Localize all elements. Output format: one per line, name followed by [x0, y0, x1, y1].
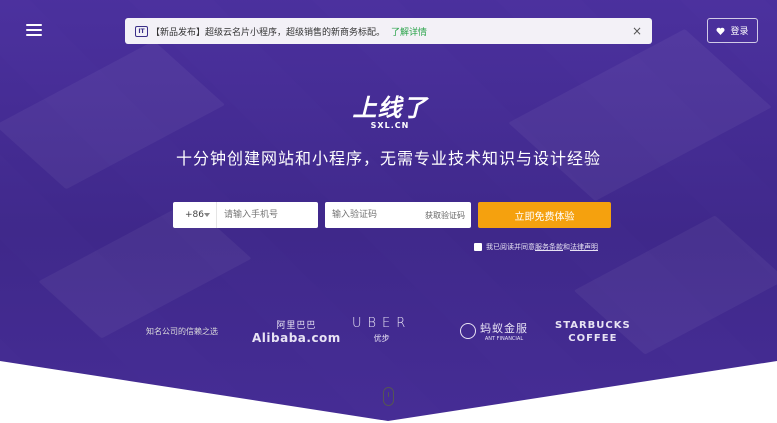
- ant-icon: [460, 323, 476, 339]
- uber-en-name: UBER: [352, 316, 412, 331]
- announcement-text: 【新品发布】超级云名片小程序，超级销售的新商务标配。: [151, 27, 386, 38]
- announcement-icon: IT: [135, 25, 148, 37]
- free-trial-button[interactable]: 立即免费体验: [478, 202, 611, 228]
- terms-link[interactable]: 服务条款: [535, 242, 563, 252]
- chevron-down-icon: [204, 213, 210, 217]
- ant-financial-logo: 蚂蚁金服 ANT FINANCIAL: [460, 320, 528, 342]
- ant-en-name: ANT FINANCIAL: [484, 336, 524, 342]
- agreement-and: 和: [563, 243, 570, 251]
- agreement-checkbox[interactable]: [474, 243, 482, 251]
- starbucks-logo: STARBUCKS COFFEE: [555, 319, 631, 345]
- get-code-button[interactable]: 获取验证码: [425, 210, 471, 221]
- close-icon[interactable]: ×: [632, 24, 642, 38]
- ant-cn-name: 蚂蚁金服: [480, 322, 528, 335]
- bottom-divider: [0, 361, 777, 423]
- announcement-link[interactable]: 了解详情: [391, 25, 427, 38]
- alibaba-cn-name: 阿里巴巴: [276, 321, 317, 331]
- heart-icon: [716, 27, 725, 35]
- scroll-down-icon[interactable]: [383, 387, 394, 406]
- legal-link[interactable]: 法律声明: [570, 242, 598, 252]
- hero-tagline: 十分钟创建网站和小程序，无需专业技术知识与设计经验: [175, 149, 601, 168]
- site-logo[interactable]: 上线了 SXL.CN: [350, 88, 430, 130]
- logo-text: 上线了: [352, 94, 428, 122]
- menu-icon[interactable]: [26, 24, 42, 38]
- alibaba-logo: 阿里巴巴 Alibaba.com: [252, 318, 341, 345]
- agreement-row: 我已阅读并同意 服务条款 和 法律声明: [474, 242, 598, 252]
- trust-label: 知名公司的信赖之选: [146, 327, 218, 336]
- code-field-group: 获取验证码: [325, 202, 471, 228]
- login-button[interactable]: 登录: [707, 18, 758, 43]
- starbucks-line-1: STARBUCKS: [555, 320, 631, 331]
- country-code-value: +86: [185, 210, 204, 220]
- phone-field-group: +86: [173, 202, 344, 228]
- uber-cn-name: 优步: [373, 334, 390, 343]
- starbucks-line-2: COFFEE: [568, 333, 618, 344]
- announcement-bar: IT 【新品发布】超级云名片小程序，超级销售的新商务标配。 了解详情 ×: [125, 18, 652, 44]
- verification-code-input[interactable]: [325, 202, 425, 228]
- agreement-prefix: 我已阅读并同意: [486, 243, 535, 251]
- login-label: 登录: [730, 27, 749, 37]
- country-code-select[interactable]: +86: [173, 202, 217, 228]
- alibaba-en-name: Alibaba.com: [252, 331, 341, 345]
- uber-logo: UBER 优步: [352, 316, 411, 344]
